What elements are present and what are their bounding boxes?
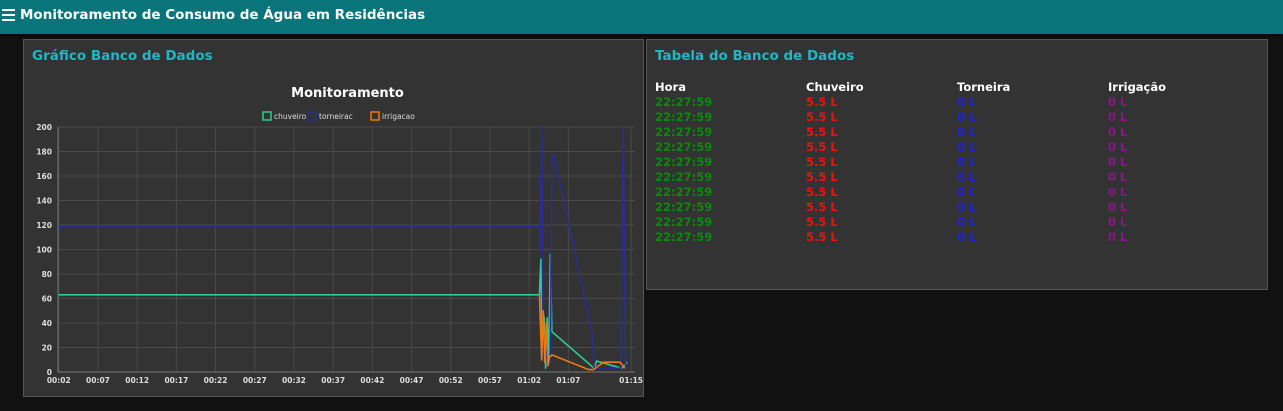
y-tick-label: 120 <box>36 221 52 230</box>
legend-label-irrigacao: irrigacao <box>382 112 415 121</box>
table-cell-irrigacao: 0 L <box>1108 215 1128 229</box>
table-header-chuveiro: Chuveiro <box>806 80 864 94</box>
x-tick-label: 00:57 <box>478 376 502 385</box>
y-tick-label: 20 <box>42 344 52 353</box>
table-cell-chuveiro: 5.5 L <box>806 215 838 229</box>
table-cell-irrigacao: 0 L <box>1108 170 1128 184</box>
table-cell-irrigacao: 0 L <box>1108 155 1128 169</box>
table-cell-irrigacao: 0 L <box>1108 185 1128 199</box>
table-cell-hora: 22:27:59 <box>655 170 713 184</box>
legend-swatch-torneirac <box>307 111 317 121</box>
table-cell-irrigacao: 0 L <box>1108 200 1128 214</box>
app-title: Monitoramento de Consumo de Água em Resi… <box>20 7 426 23</box>
table-cell-torneira: 0 L <box>957 95 977 109</box>
table-cell-irrigacao: 0 L <box>1108 110 1128 124</box>
chart-title: Monitoramento <box>291 86 404 101</box>
legend-swatch-irrigacao <box>370 111 380 121</box>
x-tick-label: 01:15 <box>619 376 643 385</box>
table-cell-torneira: 0 L <box>957 200 977 214</box>
line-chart: Monitoramento chuveiro torneirac irrigacao 0… <box>36 86 643 385</box>
x-tick-label: 00:12 <box>125 376 149 385</box>
y-tick-label: 200 <box>36 123 52 132</box>
table-header-torneira: Torneira <box>957 80 1011 94</box>
table-cell-chuveiro: 5.5 L <box>806 185 838 199</box>
table-cell-torneira: 0 L <box>957 155 977 169</box>
table-card: Tabela do Banco de Dados Hora Chuveiro T… <box>646 39 1268 290</box>
x-tick-label: 00:17 <box>164 376 188 385</box>
table-cell-chuveiro: 5.5 L <box>806 110 838 124</box>
table-cell-chuveiro: 5.5 L <box>806 140 838 154</box>
table-cell-chuveiro: 5.5 L <box>806 170 838 184</box>
table-cell-hora: 22:27:59 <box>655 110 713 124</box>
table-cell-chuveiro: 5.5 L <box>806 200 838 214</box>
x-tick-label: 00:42 <box>360 376 384 385</box>
table-cell-hora: 22:27:59 <box>655 200 713 214</box>
x-tick-label: 00:37 <box>321 376 345 385</box>
legend-label-torneirac: torneirac <box>319 112 353 121</box>
table-cell-torneira: 0 L <box>957 125 977 139</box>
x-tick-label: 01:02 <box>517 376 541 385</box>
y-tick-label: 60 <box>42 295 52 304</box>
table-cell-irrigacao: 0 L <box>1108 230 1128 244</box>
table-cell-irrigacao: 0 L <box>1108 140 1128 154</box>
table-cell-hora: 22:27:59 <box>655 125 713 139</box>
table-cell-torneira: 0 L <box>957 110 977 124</box>
table-cell-torneira: 0 L <box>957 170 977 184</box>
hamburger-menu-icon[interactable] <box>2 9 15 23</box>
legend-label-chuveiro: chuveiro <box>274 112 307 121</box>
x-tick-label: 00:52 <box>439 376 463 385</box>
x-tick-label: 01:07 <box>556 376 580 385</box>
table-cell-torneira: 0 L <box>957 215 977 229</box>
table-card-title: Tabela do Banco de Dados <box>655 48 855 64</box>
table-cell-hora: 22:27:59 <box>655 95 713 109</box>
table-cell-hora: 22:27:59 <box>655 185 713 199</box>
table-cell-irrigacao: 0 L <box>1108 125 1128 139</box>
table-cell-torneira: 0 L <box>957 230 977 244</box>
x-tick-label: 00:22 <box>204 376 228 385</box>
table-cell-chuveiro: 5.5 L <box>806 155 838 169</box>
table-cell-hora: 22:27:59 <box>655 230 713 244</box>
top-header-bar: Monitoramento de Consumo de Água em Resi… <box>0 0 1283 34</box>
table-cell-hora: 22:27:59 <box>655 215 713 229</box>
y-tick-label: 100 <box>36 246 52 255</box>
x-tick-label: 00:02 <box>47 376 71 385</box>
y-tick-label: 80 <box>42 270 52 279</box>
table-cell-hora: 22:27:59 <box>655 140 713 154</box>
x-tick-label: 00:07 <box>86 376 110 385</box>
table-header-hora: Hora <box>655 80 686 94</box>
legend-swatch-chuveiro <box>262 111 272 121</box>
table-cell-irrigacao: 0 L <box>1108 95 1128 109</box>
y-tick-label: 180 <box>36 148 52 157</box>
y-tick-label: 160 <box>36 172 52 181</box>
table-cell-torneira: 0 L <box>957 185 977 199</box>
y-tick-label: 40 <box>42 319 52 328</box>
table-header-irrigacao: Irrigação <box>1108 80 1167 94</box>
x-tick-label: 00:32 <box>282 376 306 385</box>
table-cell-chuveiro: 5.5 L <box>806 230 838 244</box>
table-cell-chuveiro: 5.5 L <box>806 95 838 109</box>
x-tick-label: 00:47 <box>400 376 424 385</box>
table-cell-chuveiro: 5.5 L <box>806 125 838 139</box>
chart-card: Gráfico Banco de Dados Monitoramento chuv… <box>23 39 644 397</box>
table-cell-torneira: 0 L <box>957 140 977 154</box>
y-tick-label: 140 <box>36 197 52 206</box>
x-tick-label: 00:27 <box>243 376 267 385</box>
table-cell-hora: 22:27:59 <box>655 155 713 169</box>
